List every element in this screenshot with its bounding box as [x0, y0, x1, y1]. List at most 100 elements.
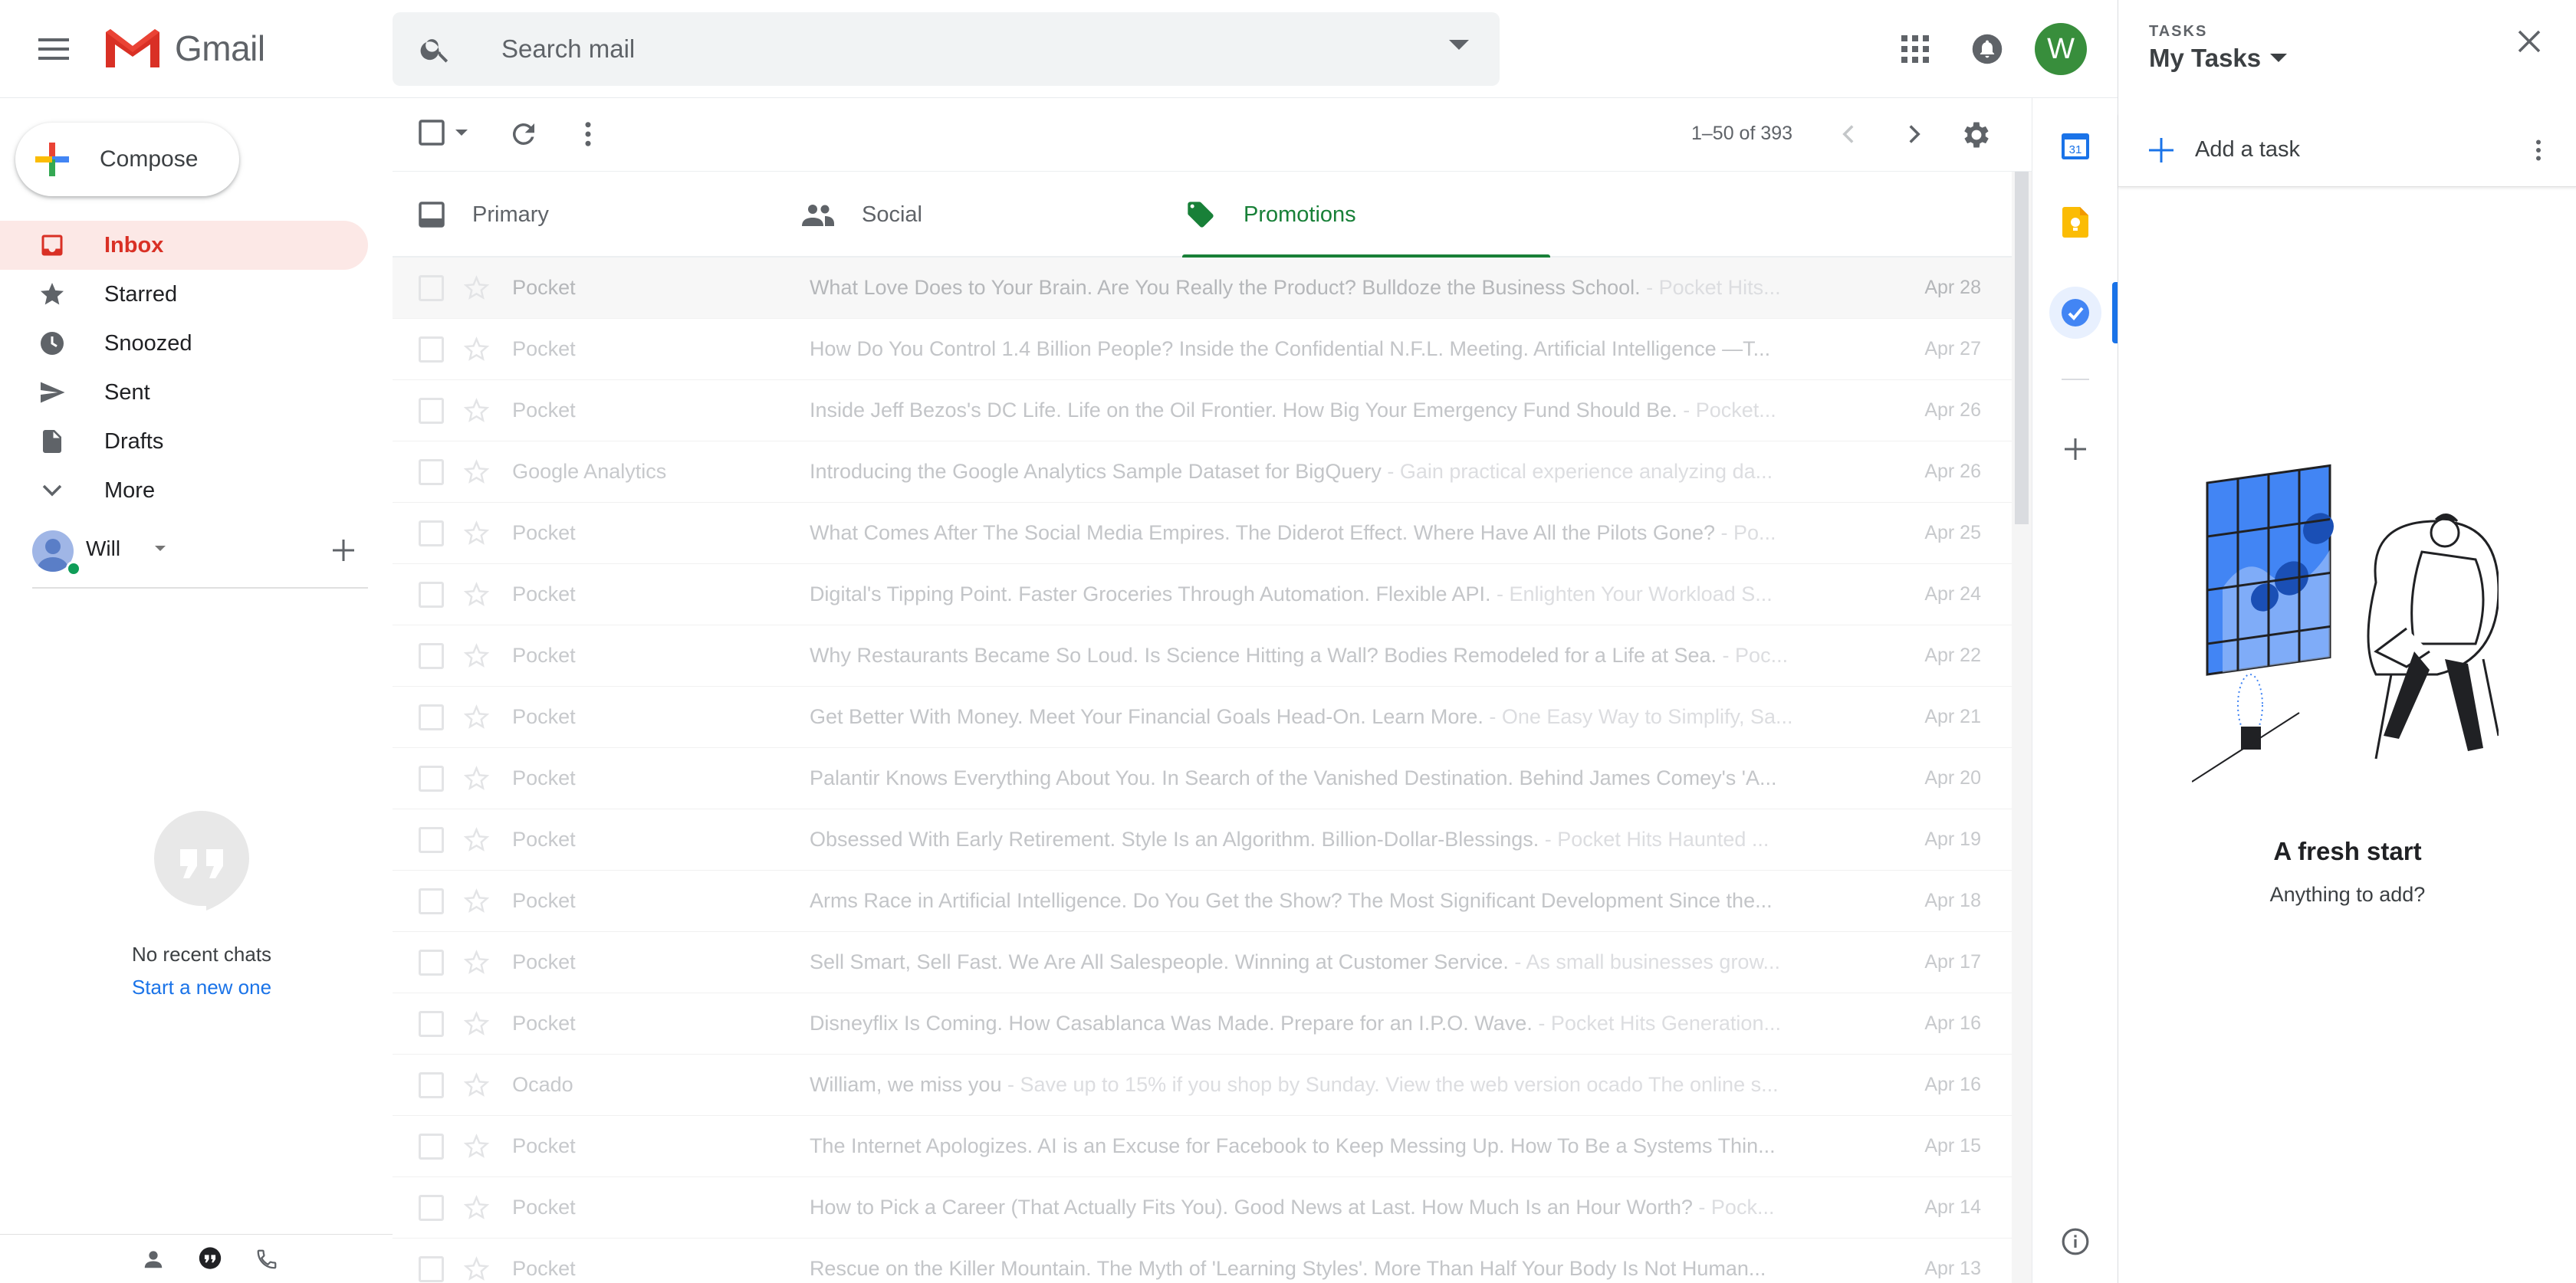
- star-outline-icon[interactable]: [464, 520, 490, 546]
- sidebar-item-starred[interactable]: Starred: [0, 270, 368, 319]
- row-checkbox[interactable]: [419, 1255, 445, 1282]
- chevron-left-icon[interactable]: [1832, 118, 1865, 150]
- email-row[interactable]: Pocket What Comes After The Social Media …: [393, 503, 2012, 564]
- tab-promotions[interactable]: Promotions: [1159, 172, 1550, 259]
- add-task-row[interactable]: Add a task: [2118, 113, 2576, 187]
- compose-button[interactable]: Compose: [15, 123, 239, 196]
- row-checkbox[interactable]: [419, 520, 445, 546]
- more-vert-icon[interactable]: [2525, 133, 2552, 167]
- task-list-selector[interactable]: My Tasks: [2149, 44, 2288, 73]
- email-row[interactable]: Pocket How to Pick a Career (That Actuall…: [393, 1177, 2012, 1239]
- row-checkbox[interactable]: [419, 765, 445, 792]
- star-outline-icon[interactable]: [464, 765, 490, 792]
- row-checkbox[interactable]: [419, 397, 445, 424]
- tab-primary[interactable]: Primary: [393, 172, 776, 258]
- email-row[interactable]: Pocket Palantir Knows Everything About Yo…: [393, 748, 2012, 809]
- row-checkbox[interactable]: [419, 274, 445, 301]
- row-checkbox[interactable]: [419, 336, 445, 363]
- email-row[interactable]: Pocket Sell Smart, Sell Fast. We Are All …: [393, 932, 2012, 993]
- tasks-button[interactable]: [2049, 287, 2101, 339]
- sidebar-item-inbox[interactable]: Inbox: [0, 221, 368, 270]
- star-outline-icon[interactable]: [464, 704, 490, 730]
- tab-social[interactable]: Social: [776, 172, 1159, 258]
- email-row[interactable]: Pocket Arms Race in Artificial Intelligen…: [393, 871, 2012, 932]
- select-all-control[interactable]: [419, 120, 468, 146]
- search-options-caret-icon[interactable]: [1449, 40, 1469, 51]
- list-scrollbar[interactable]: [2012, 172, 2032, 1283]
- email-row[interactable]: Google Analytics Introducing the Google A…: [393, 441, 2012, 503]
- hangouts-user[interactable]: Will: [32, 527, 370, 576]
- more-vert-icon[interactable]: [572, 118, 604, 150]
- keep-button[interactable]: [2049, 196, 2101, 248]
- row-checkbox[interactable]: [419, 826, 445, 853]
- email-row[interactable]: Pocket How Do You Control 1.4 Billion Peo…: [393, 319, 2012, 380]
- hangouts-button[interactable]: [193, 1242, 227, 1276]
- email-row[interactable]: Pocket What Love Does to Your Brain. Are …: [393, 258, 2012, 319]
- star-outline-icon[interactable]: [464, 888, 490, 914]
- tasks-kicker: TASKS: [2149, 23, 2208, 40]
- sidebar-item-drafts[interactable]: Drafts: [0, 417, 368, 466]
- hangouts-footer: [0, 1234, 393, 1283]
- star-outline-icon[interactable]: [464, 1010, 490, 1037]
- row-checkbox[interactable]: [419, 888, 445, 914]
- star-outline-icon[interactable]: [464, 826, 490, 853]
- email-row[interactable]: Pocket Get Better With Money. Meet Your F…: [393, 687, 2012, 748]
- star-outline-icon[interactable]: [464, 397, 490, 424]
- email-row[interactable]: Pocket Obsessed With Early Retirement. St…: [393, 809, 2012, 871]
- star-outline-icon[interactable]: [464, 1133, 490, 1160]
- star-outline-icon[interactable]: [464, 336, 490, 363]
- user-status-caret-icon[interactable]: [155, 546, 166, 552]
- sidebar-item-snoozed[interactable]: Snoozed: [0, 319, 368, 368]
- star-outline-icon[interactable]: [464, 1194, 490, 1221]
- row-checkbox[interactable]: [419, 704, 445, 730]
- row-checkbox[interactable]: [419, 1010, 445, 1037]
- email-row[interactable]: Pocket Disneyflix Is Coming. How Casablan…: [393, 993, 2012, 1055]
- star-outline-icon[interactable]: [464, 274, 490, 301]
- row-checkbox[interactable]: [419, 642, 445, 669]
- contacts-button[interactable]: [136, 1242, 170, 1276]
- search-input[interactable]: [501, 31, 1345, 67]
- star-outline-icon[interactable]: [464, 949, 490, 976]
- email-row[interactable]: Pocket Why Restaurants Became So Loud. Is…: [393, 625, 2012, 687]
- sidebar-item-sent[interactable]: Sent: [0, 368, 368, 417]
- row-checkbox[interactable]: [419, 1071, 445, 1098]
- get-addons-button[interactable]: [2049, 423, 2101, 475]
- email-row[interactable]: Pocket Digital's Tipping Point. Faster Gr…: [393, 564, 2012, 625]
- star-outline-icon[interactable]: [464, 581, 490, 608]
- checkbox-icon[interactable]: [419, 120, 445, 146]
- star-outline-icon[interactable]: [464, 458, 490, 485]
- new-conversation-button[interactable]: [327, 533, 360, 567]
- star-outline-icon[interactable]: [464, 1255, 490, 1282]
- account-avatar[interactable]: W: [2035, 23, 2087, 75]
- info-button[interactable]: [2049, 1216, 2101, 1268]
- row-checkbox[interactable]: [419, 581, 445, 608]
- row-checkbox[interactable]: [419, 458, 445, 485]
- search-bar[interactable]: [393, 12, 1500, 86]
- email-row[interactable]: Pocket Rescue on the Killer Mountain. The…: [393, 1239, 2012, 1283]
- row-checkbox[interactable]: [419, 949, 445, 976]
- row-checkbox[interactable]: [419, 1133, 445, 1160]
- email-row[interactable]: Pocket Inside Jeff Bezos's DC Life. Life …: [393, 380, 2012, 441]
- email-sender: Pocket: [512, 399, 576, 422]
- tag-icon: [1188, 202, 1214, 228]
- scrollbar-thumb[interactable]: [2015, 172, 2029, 524]
- star-outline-icon[interactable]: [464, 1071, 490, 1098]
- phone-button[interactable]: [250, 1242, 284, 1276]
- email-row[interactable]: Pocket The Internet Apologizes. AI is an …: [393, 1116, 2012, 1177]
- notifications-button[interactable]: [1963, 25, 2012, 74]
- sidebar-item-more[interactable]: More: [0, 466, 368, 515]
- gear-icon[interactable]: [1960, 118, 1993, 152]
- gmail-logo[interactable]: Gmail: [103, 26, 265, 71]
- google-apps-button[interactable]: [1891, 25, 1940, 74]
- close-icon[interactable]: [2517, 29, 2542, 54]
- chevron-right-icon[interactable]: [1898, 118, 1930, 150]
- search-icon[interactable]: [419, 32, 452, 66]
- email-row[interactable]: Ocado William, we miss you - Save up to 1…: [393, 1055, 2012, 1116]
- main-menu-button[interactable]: [29, 25, 78, 74]
- select-caret-icon[interactable]: [455, 129, 468, 136]
- refresh-icon[interactable]: [508, 118, 540, 150]
- star-outline-icon[interactable]: [464, 642, 490, 669]
- calendar-button[interactable]: 31: [2049, 120, 2101, 172]
- start-new-chat-link[interactable]: Start a new one: [0, 976, 403, 999]
- row-checkbox[interactable]: [419, 1194, 445, 1221]
